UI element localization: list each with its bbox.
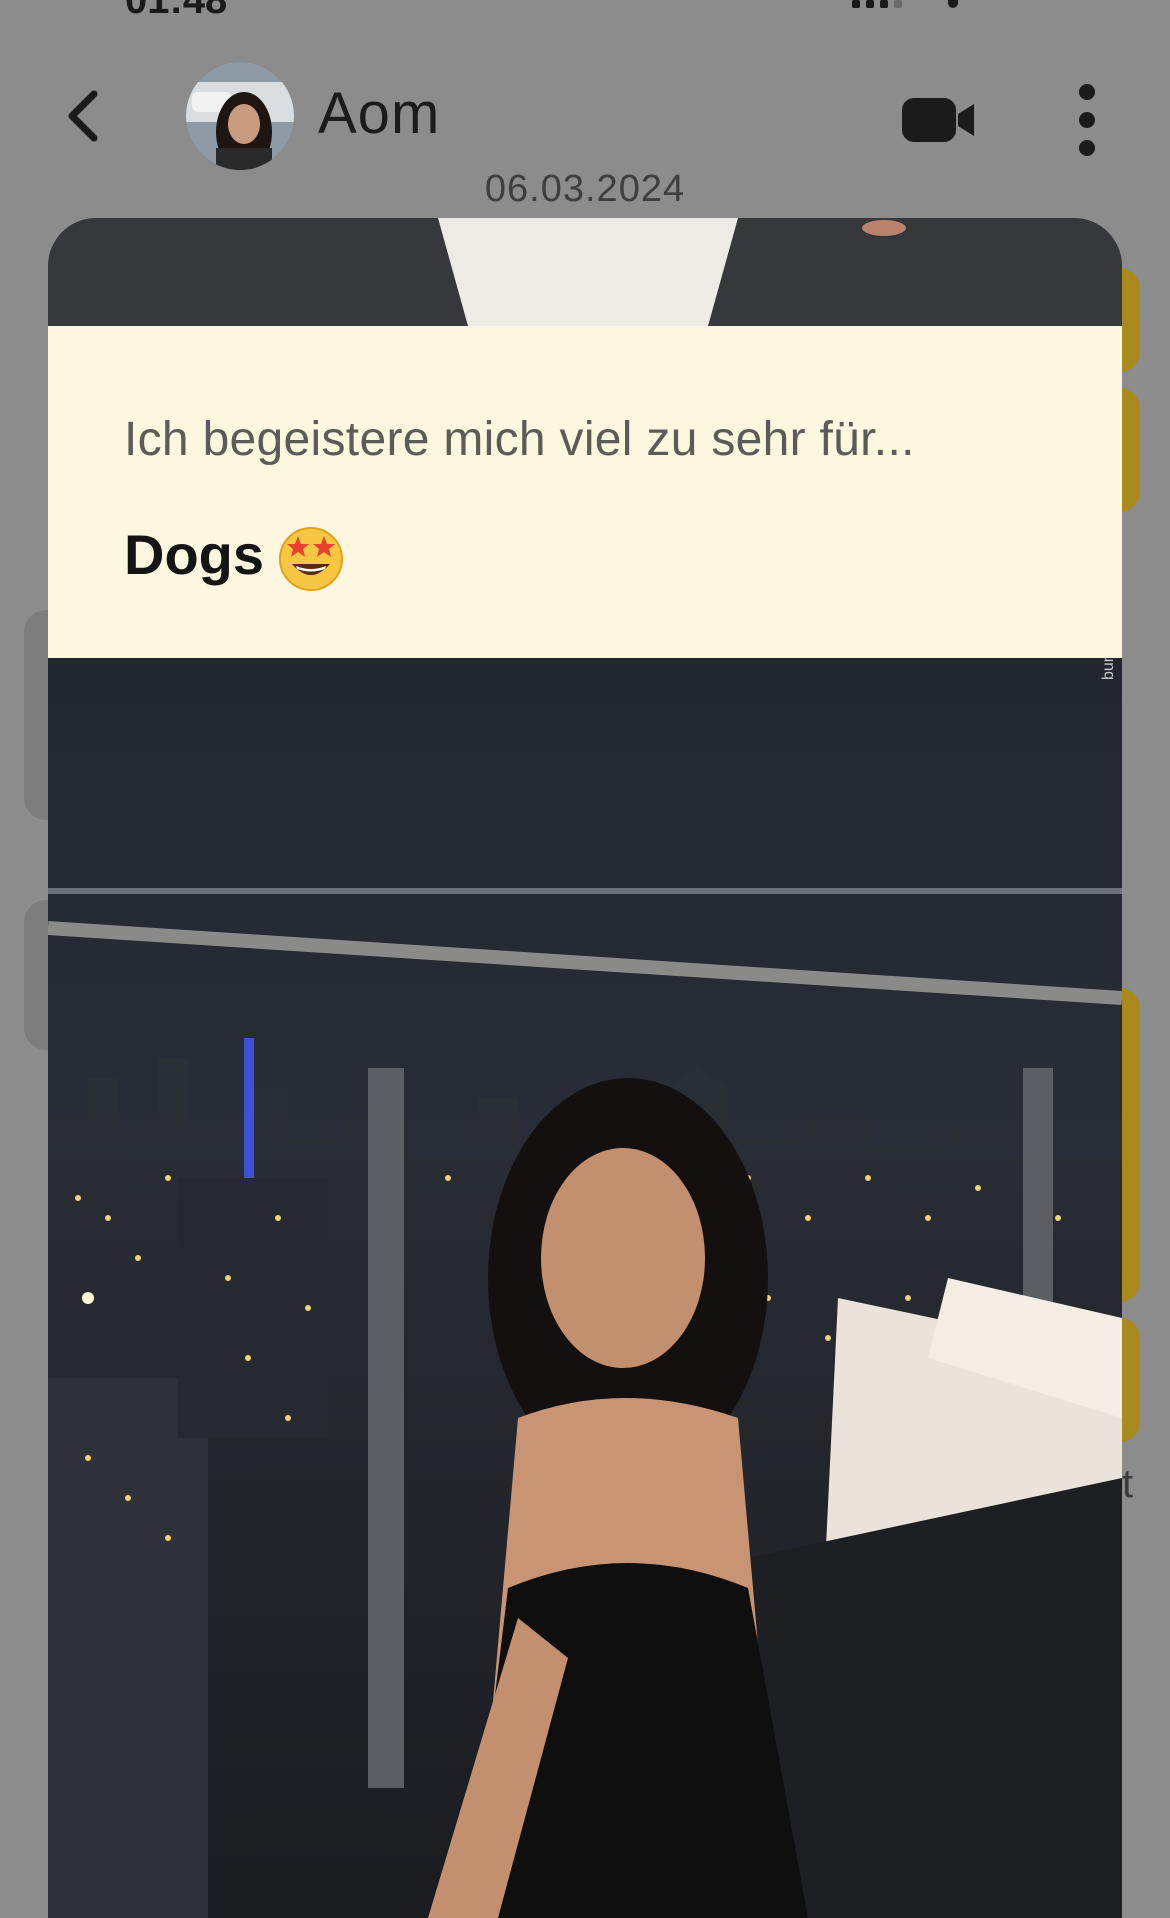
profile-prompt: Ich begeistere mich viel zu sehr für... … — [48, 326, 1122, 658]
profile-photo-top — [48, 218, 1122, 326]
video-call-button[interactable] — [900, 96, 978, 144]
background-message-bubble — [1120, 388, 1140, 512]
signal-bar — [894, 0, 902, 8]
bumble-watermark: bumble — [1100, 658, 1118, 680]
back-button[interactable] — [60, 86, 110, 146]
status-bar: 01:48 — [0, 0, 1170, 22]
background-message-bubble — [24, 610, 48, 820]
background-message-bubble — [24, 900, 48, 1050]
avatar-photo — [186, 62, 294, 170]
contact-name[interactable]: Aom — [318, 80, 440, 147]
signal-icon — [852, 0, 860, 8]
background-text: t — [1122, 1462, 1134, 1506]
profile-photo-image — [48, 658, 1122, 1918]
prompt-answer: Dogs — [124, 522, 344, 592]
avatar[interactable] — [186, 62, 294, 170]
prompt-answer-text: Dogs — [124, 523, 264, 586]
profile-photo-main[interactable]: bumble — [48, 658, 1122, 1918]
chevron-left-icon — [68, 90, 98, 142]
wifi-icon — [948, 0, 958, 8]
signal-bar — [866, 0, 874, 8]
more-options-button[interactable] — [1072, 80, 1102, 160]
signal-bar — [880, 0, 888, 8]
prompt-question: Ich begeistere mich viel zu sehr für... — [124, 413, 915, 466]
status-icons — [852, 0, 1092, 8]
background-message-bubble — [1120, 988, 1140, 1302]
background-message-bubble — [1120, 1318, 1140, 1442]
status-time: 01:48 — [125, 0, 228, 22]
profile-card[interactable]: Ich begeistere mich viel zu sehr für... … — [48, 218, 1122, 1918]
date-separator: 06.03.2024 — [484, 168, 686, 210]
video-camera-icon — [902, 98, 974, 142]
background-message-bubble — [1120, 268, 1140, 372]
star-struck-emoji-icon — [278, 526, 344, 592]
more-vertical-icon — [1079, 84, 1095, 156]
